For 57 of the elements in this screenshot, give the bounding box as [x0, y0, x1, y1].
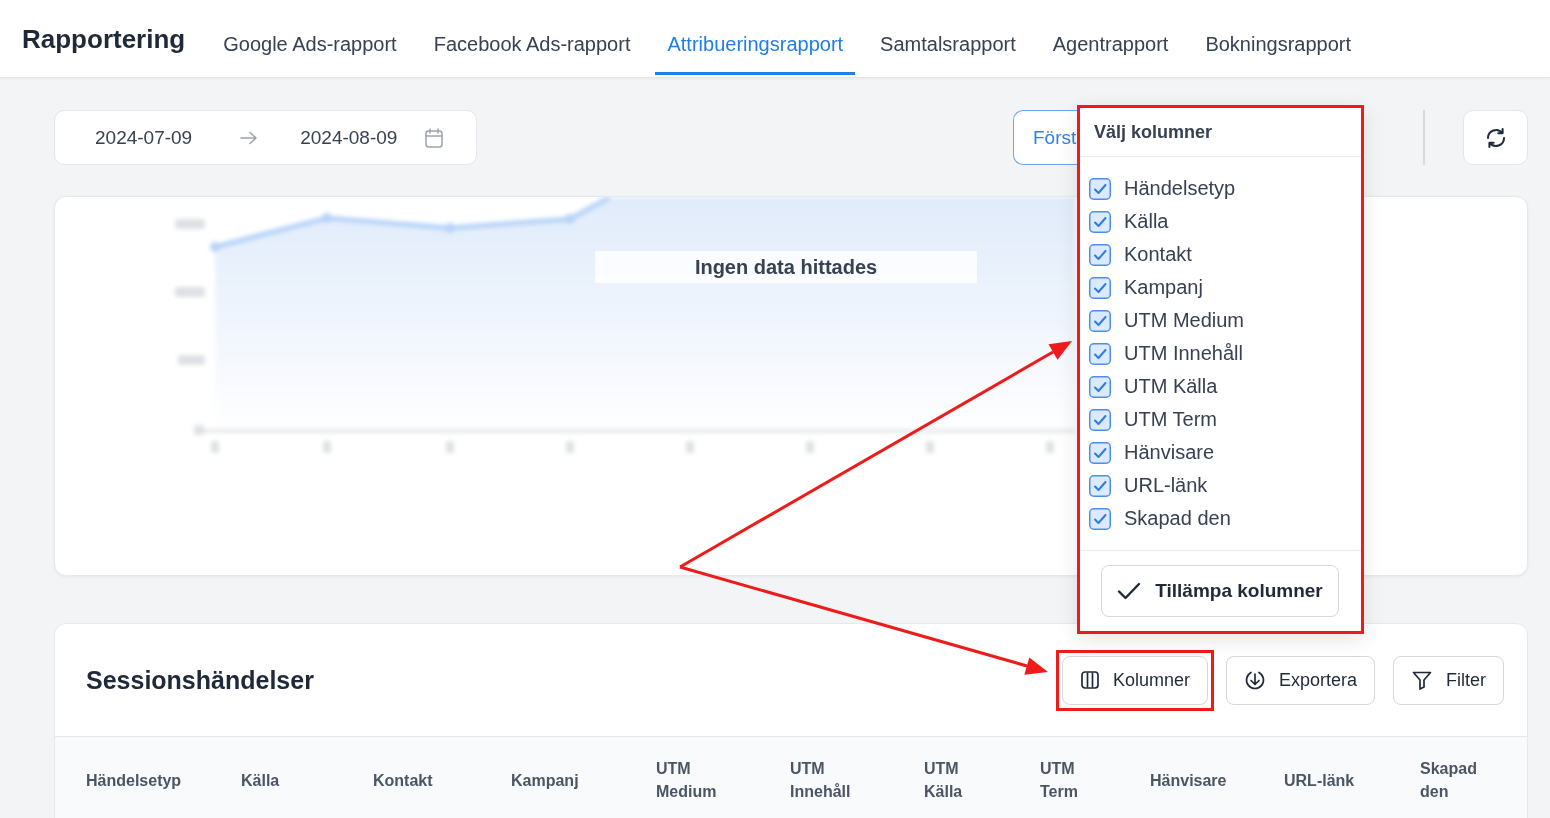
app-title: Rapportering [22, 23, 186, 55]
checkbox-label[interactable]: URL-länk [1124, 474, 1208, 497]
toolbar-button[interactable]: Först [1013, 110, 1078, 165]
section-title: Sessionshändelser [86, 665, 314, 695]
checkbox-label[interactable]: UTM Källa [1124, 375, 1218, 398]
end-date: 2024-08-09 [300, 126, 398, 149]
start-date: 2024-07-09 [95, 126, 193, 149]
column-header: Källa [241, 770, 281, 791]
checkbox[interactable] [1089, 210, 1111, 233]
download-icon [1243, 669, 1266, 691]
checkbox-label[interactable]: Källa [1124, 210, 1169, 233]
checkbox[interactable] [1089, 342, 1111, 365]
check-icon [1117, 582, 1142, 600]
nav-tab[interactable]: Agentrapport [1040, 0, 1181, 75]
checkbox[interactable] [1089, 408, 1111, 431]
nav-tab[interactable]: Google Ads-rapport [211, 0, 409, 75]
filter-button[interactable]: Filter [1393, 655, 1504, 705]
export-button[interactable]: Exportera [1225, 655, 1375, 705]
column-header: UTM Innehåll [790, 759, 852, 802]
column-header: UTM Term [1040, 759, 1079, 802]
checkbox-label[interactable]: UTM Innehåll [1124, 342, 1243, 365]
columns-icon [1079, 670, 1100, 690]
nav-tab[interactable]: Bokningsrapport [1193, 0, 1364, 75]
nav-tab[interactable]: Samtalsrapport [868, 0, 1028, 75]
column-header: UTM Medium [656, 759, 718, 802]
arrow-right-icon [240, 130, 259, 145]
calendar-icon [425, 127, 444, 148]
checkbox[interactable] [1089, 507, 1111, 530]
nav-tab[interactable]: Attribueringsrapport [655, 0, 856, 75]
checkbox-label[interactable]: UTM Medium [1124, 309, 1244, 332]
checkbox-label[interactable]: Hänvisare [1124, 441, 1215, 464]
filter-icon [1411, 669, 1433, 691]
checkbox[interactable] [1089, 309, 1111, 332]
column-header: Hänvisare [1150, 770, 1228, 791]
panel-title: Välj kolumner [1094, 121, 1213, 143]
refresh-button[interactable] [1463, 110, 1528, 165]
checkbox-label[interactable]: Skapad den [1124, 507, 1231, 530]
column-header: Händelsetyp [86, 770, 183, 791]
column-header: Skapad den [1420, 759, 1478, 802]
checkbox-label[interactable]: Kampanj [1124, 276, 1203, 299]
nav-tab[interactable]: Facebook Ads-rapport [421, 0, 643, 75]
column-header: URL-länk [1284, 770, 1356, 791]
checkbox[interactable] [1089, 276, 1111, 299]
checkbox[interactable] [1089, 177, 1111, 200]
apply-button[interactable]: Tillämpa kolumner [1101, 565, 1339, 617]
checkbox[interactable] [1089, 441, 1111, 464]
column-header: UTM Källa [924, 759, 964, 802]
date-range-field[interactable]: 2024-07-09 2024-08-09 [54, 110, 477, 165]
checkbox[interactable] [1089, 474, 1111, 497]
checkbox-label[interactable]: Händelsetyp [1124, 177, 1236, 200]
column-header: Kampanj [511, 770, 580, 791]
checkbox-label[interactable]: Kontakt [1124, 243, 1192, 266]
checkbox-label[interactable]: UTM Term [1124, 408, 1217, 431]
checkbox[interactable] [1089, 375, 1111, 398]
column-header: Kontakt [373, 770, 434, 791]
columns-button[interactable]: Kolumner [1061, 655, 1208, 705]
checkbox[interactable] [1089, 243, 1111, 266]
